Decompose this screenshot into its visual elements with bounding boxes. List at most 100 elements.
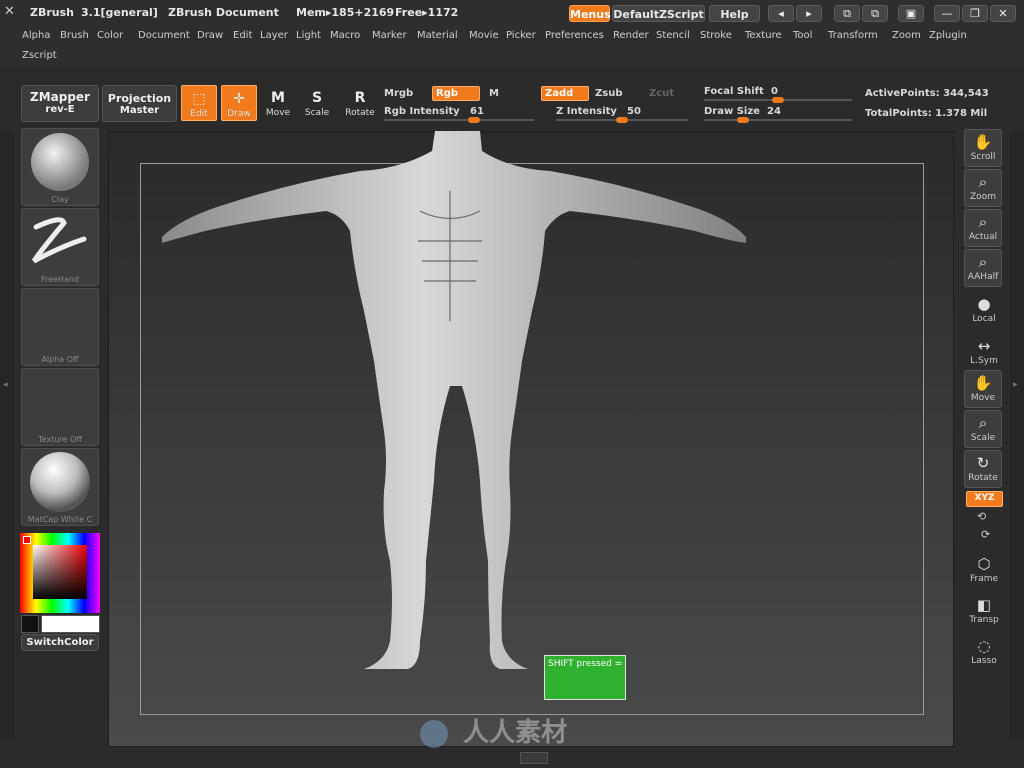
scale-view-label: Scale: [970, 433, 996, 443]
rotate-z-icon[interactable]: ⟳: [981, 528, 990, 541]
zmapper-button[interactable]: ZMapper rev-E: [21, 85, 99, 122]
brush-selector[interactable]: Clay: [21, 128, 99, 206]
menu-marker[interactable]: Marker: [372, 30, 407, 41]
minimize-icon[interactable]: —: [934, 5, 960, 22]
zoom-button[interactable]: ⌕ Zoom: [964, 169, 1002, 207]
menu-tool[interactable]: Tool: [793, 30, 812, 41]
rgb-intensity-knob[interactable]: [468, 117, 480, 123]
zoom-label: Zoom: [970, 192, 996, 202]
scale-label: Scale: [304, 108, 330, 118]
right-tray-handle[interactable]: ▸: [1010, 130, 1024, 740]
lock-icon[interactable]: ▣: [898, 5, 924, 22]
primary-color-swatch[interactable]: [41, 615, 100, 633]
menu-render[interactable]: Render: [613, 30, 649, 41]
alpha-selector[interactable]: Alpha Off: [21, 288, 99, 366]
human-body-model[interactable]: [150, 131, 760, 676]
rgb-intensity-slider[interactable]: [384, 117, 534, 123]
rotate-mode-button[interactable]: R Rotate: [342, 85, 378, 121]
menu-draw[interactable]: Draw: [197, 30, 223, 41]
scale-mode-button[interactable]: S Scale: [299, 85, 335, 121]
mrgb-toggle[interactable]: Mrgb: [384, 88, 413, 99]
menu-material[interactable]: Material: [417, 30, 458, 41]
menu-brush[interactable]: Brush: [60, 30, 89, 41]
rotate-view-button[interactable]: ↻ Rotate: [964, 450, 1002, 488]
stroke-selector[interactable]: FreeHand: [21, 208, 99, 286]
magnifier-zoom-icon: ⌕: [978, 173, 988, 191]
watermark-logo-icon: [420, 719, 448, 748]
draw-mode-button[interactable]: ✛ Draw: [221, 85, 257, 121]
texture-name: Texture Off: [38, 435, 82, 444]
color-picker[interactable]: [20, 533, 100, 613]
actual-size-button[interactable]: ⌕ Actual: [964, 209, 1002, 247]
rgb-toggle[interactable]: Rgb: [432, 86, 480, 101]
m-toggle[interactable]: M: [489, 88, 499, 99]
z-intensity-knob[interactable]: [616, 117, 628, 123]
draw-size-slider[interactable]: [704, 117, 852, 123]
move-mode-button[interactable]: M Move: [260, 85, 296, 121]
xyz-rotation-toggle[interactable]: XYZ: [966, 491, 1003, 507]
secondary-color-swatch[interactable]: [21, 615, 39, 633]
scroll-right-icon[interactable]: ▸: [796, 5, 822, 22]
scroll-button[interactable]: ✋ Scroll: [964, 129, 1002, 167]
menu-stencil[interactable]: Stencil: [656, 30, 690, 41]
switch-color-button[interactable]: SwitchColor: [21, 634, 99, 651]
default-zscript-button[interactable]: DefaultZScript: [612, 5, 705, 22]
move-icon: M: [271, 90, 285, 106]
aahalf-button[interactable]: ⌕ AAHalf: [964, 249, 1002, 287]
menu-edit[interactable]: Edit: [233, 30, 252, 41]
menu-layer[interactable]: Layer: [260, 30, 288, 41]
edit-mode-button[interactable]: ⬚ Edit: [181, 85, 217, 121]
texture-selector[interactable]: Texture Off: [21, 368, 99, 446]
move-view-button[interactable]: ✋ Move: [964, 370, 1002, 408]
menu-light[interactable]: Light: [296, 30, 321, 41]
rotate-y-icon[interactable]: ⟲: [977, 510, 986, 523]
menu-preferences[interactable]: Preferences: [545, 30, 604, 41]
scale-view-button[interactable]: ⌕ Scale: [964, 410, 1002, 448]
hand-scroll-icon: ✋: [973, 133, 993, 151]
close-icon[interactable]: ✕: [990, 5, 1016, 22]
focal-shift-slider[interactable]: [704, 97, 852, 103]
lasso-label: Lasso: [971, 656, 997, 666]
bottom-tray-handle[interactable]: [520, 752, 548, 764]
menu-macro[interactable]: Macro: [330, 30, 360, 41]
zadd-toggle[interactable]: Zadd: [541, 86, 589, 101]
menu-movie[interactable]: Movie: [469, 30, 499, 41]
help-button[interactable]: Help: [709, 5, 760, 22]
menu-document[interactable]: Document: [138, 30, 190, 41]
menu-texture[interactable]: Texture: [745, 30, 782, 41]
menu-picker[interactable]: Picker: [506, 30, 536, 41]
menu-zoom[interactable]: Zoom: [892, 30, 921, 41]
scroll-left-icon[interactable]: ◂: [768, 5, 794, 22]
rotate-icon: R: [354, 90, 366, 106]
lsym-button[interactable]: ↔ L.Sym: [964, 336, 1004, 366]
transp-button[interactable]: ◧ Transp: [964, 595, 1004, 625]
menu-color[interactable]: Color: [97, 30, 123, 41]
free-memory-readout: Free▸1172: [395, 6, 459, 19]
draw-size-knob[interactable]: [737, 117, 749, 123]
cascade-windows-icon[interactable]: ⧉: [862, 5, 888, 22]
tile-windows-icon[interactable]: ⧉: [834, 5, 860, 22]
clay-brush-icon: [31, 133, 89, 191]
menu-zscript[interactable]: Zscript: [22, 50, 57, 61]
lasso-button[interactable]: ◌ Lasso: [964, 636, 1004, 666]
menu-zplugin[interactable]: Zplugin: [929, 30, 967, 41]
menu-stroke[interactable]: Stroke: [700, 30, 732, 41]
zsub-toggle[interactable]: Zsub: [595, 88, 622, 99]
focal-shift-label: Focal Shift: [704, 86, 764, 97]
focal-shift-value: 0: [771, 86, 778, 97]
menus-button[interactable]: Menus: [569, 5, 611, 22]
zcut-toggle[interactable]: Zcut: [649, 88, 674, 99]
menu-transform[interactable]: Transform: [828, 30, 878, 41]
projection-master-button[interactable]: Projection Master: [102, 85, 177, 122]
z-intensity-slider[interactable]: [556, 117, 688, 123]
local-button[interactable]: ● Local: [964, 294, 1004, 324]
frame-button[interactable]: ⬡ Frame: [964, 554, 1004, 584]
restore-icon[interactable]: ❐: [962, 5, 988, 22]
left-tray-handle[interactable]: ◂: [0, 130, 14, 740]
color-saturation-square[interactable]: [33, 545, 87, 599]
focal-shift-knob[interactable]: [772, 97, 784, 103]
cube-frame-icon: ⬡: [977, 555, 991, 573]
hand-move-icon: ✋: [973, 374, 993, 392]
menu-alpha[interactable]: Alpha: [22, 30, 50, 41]
material-selector[interactable]: MatCap White C: [21, 448, 99, 526]
